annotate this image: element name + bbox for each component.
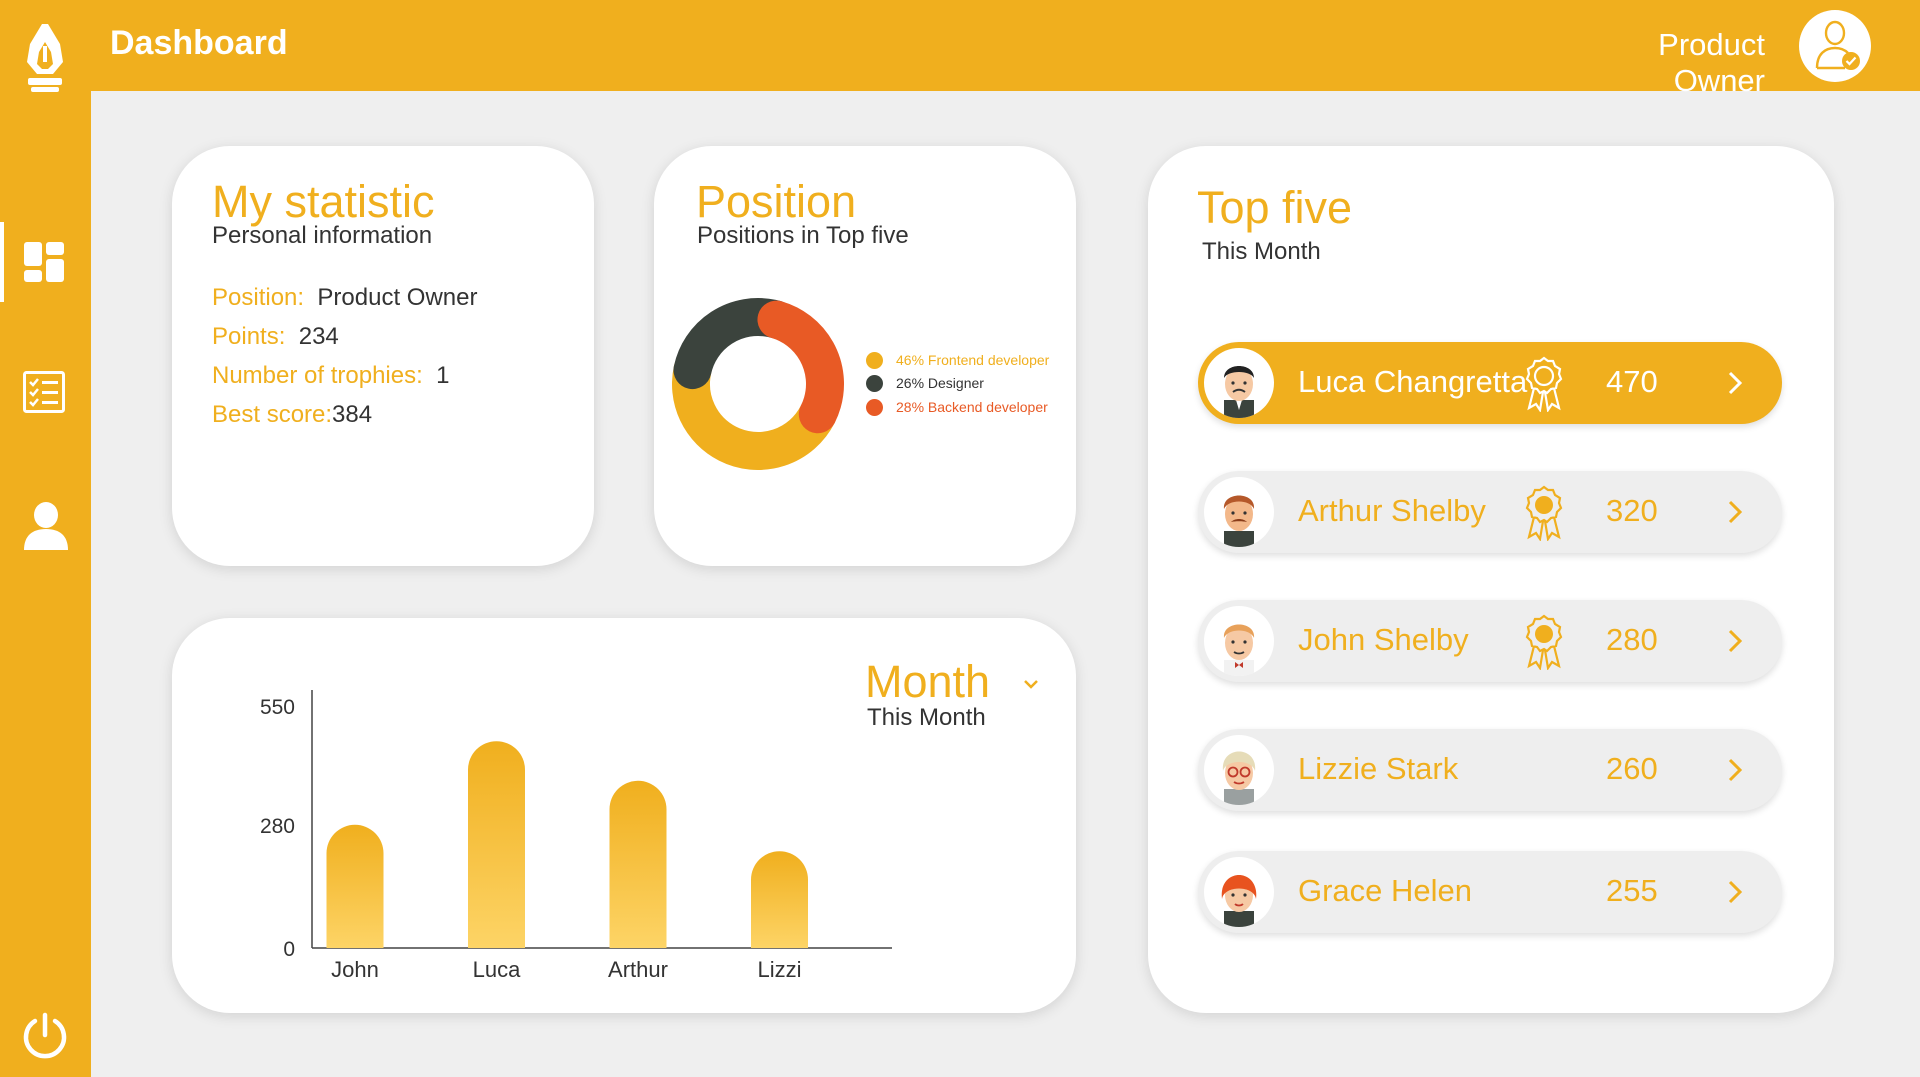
power-button[interactable] (20, 1011, 70, 1061)
top-five-card: Top five This Month Luca Changretta 470 (1148, 146, 1834, 1013)
bar-luca (468, 741, 525, 948)
position-card: Position Positions in Top five 46% Front… (654, 146, 1076, 566)
chevron-right-icon[interactable] (1726, 627, 1744, 655)
x-tick-label: Luca (473, 957, 521, 978)
card-title: My statistic (212, 176, 435, 227)
avatar-john (1204, 606, 1274, 676)
stat-trophies: Number of trophies: 1 (212, 362, 450, 389)
y-tick-label: 280 (260, 815, 295, 838)
user-check-icon (1815, 20, 1860, 70)
dashboard-icon (24, 242, 64, 282)
rank-name: Grace Helen (1298, 873, 1473, 908)
award-ribbon-icon (1525, 614, 1563, 670)
rank-row-3[interactable]: John Shelby 280 (1198, 600, 1782, 682)
card-title: Top five (1197, 182, 1353, 233)
chevron-down-icon[interactable] (1023, 678, 1039, 690)
award-ribbon-icon (1525, 485, 1563, 541)
user-icon (24, 502, 68, 550)
page-title: Dashboard (110, 24, 288, 62)
chevron-right-icon[interactable] (1726, 756, 1744, 784)
month-chart-card: 0 280 550 John Luca Arthur Lizzi Grace Month Th… (172, 618, 1076, 1013)
chevron-right-icon[interactable] (1726, 369, 1744, 397)
month-selector[interactable]: Month (865, 656, 990, 708)
x-tick-label: Lizzi (757, 957, 801, 978)
avatar-lizzie (1204, 735, 1274, 805)
legend-dot (866, 375, 883, 392)
rank-row-2[interactable]: Arthur Shelby 320 (1198, 471, 1782, 553)
award-ribbon-icon (1525, 356, 1563, 412)
rank-name: John Shelby (1298, 622, 1469, 657)
chevron-right-icon[interactable] (1726, 498, 1744, 526)
avatar-grace (1204, 857, 1274, 927)
rank-name: Lizzie Stark (1298, 751, 1459, 786)
card-title: Position (696, 176, 857, 227)
avatar-luca (1204, 348, 1274, 418)
statistic-card: My statistic Personal information Positi… (172, 146, 594, 566)
sidebar-item-dashboard[interactable] (0, 220, 91, 304)
power-icon (23, 1012, 67, 1059)
card-subtitle: Personal information (212, 222, 433, 249)
x-tick-label: Arthur (608, 957, 668, 978)
x-tick-label: John (331, 957, 379, 978)
legend-dot (866, 399, 883, 416)
checklist-icon (23, 371, 65, 413)
profile-avatar[interactable] (1799, 10, 1871, 82)
y-tick-label: 0 (283, 938, 295, 961)
stat-points: Points: 234 (212, 323, 339, 350)
x-tick-label: Grace (891, 957, 892, 978)
month-subtitle: This Month (867, 704, 986, 731)
stat-best-score: Best score:384 (212, 401, 373, 428)
rank-score: 255 (1606, 873, 1658, 908)
stat-position: Position: Product Owner (212, 284, 478, 311)
position-donut-chart (672, 298, 844, 470)
rank-name: Luca Changretta (1298, 364, 1528, 399)
y-tick-label: 550 (260, 696, 295, 719)
bar-lizzi (751, 851, 808, 948)
chevron-right-icon[interactable] (1726, 878, 1744, 906)
rank-score: 280 (1606, 622, 1658, 657)
legend-dot (866, 352, 883, 369)
rank-name: Arthur Shelby (1298, 493, 1486, 528)
rank-row-1[interactable]: Luca Changretta 470 (1198, 342, 1782, 424)
rank-score: 470 (1606, 364, 1658, 399)
avatar-arthur (1204, 477, 1274, 547)
card-subtitle: Positions in Top five (697, 222, 909, 249)
sidebar-item-profile[interactable] (0, 480, 91, 564)
user-role: Product Owner (1658, 27, 1765, 98)
bar-chart: 0 280 550 John Luca Arthur Lizzi Grace (260, 690, 892, 978)
bar-john (326, 824, 384, 948)
sidebar-item-tasks[interactable] (0, 350, 91, 434)
bar-arthur (609, 780, 667, 948)
pen-logo-icon[interactable] (18, 22, 72, 94)
card-subtitle: This Month (1202, 238, 1321, 265)
rank-row-4[interactable]: Lizzie Stark 260 (1198, 729, 1782, 811)
rank-score: 260 (1606, 751, 1658, 786)
rank-score: 320 (1606, 493, 1658, 528)
rank-row-5[interactable]: Grace Helen 255 (1198, 851, 1782, 933)
